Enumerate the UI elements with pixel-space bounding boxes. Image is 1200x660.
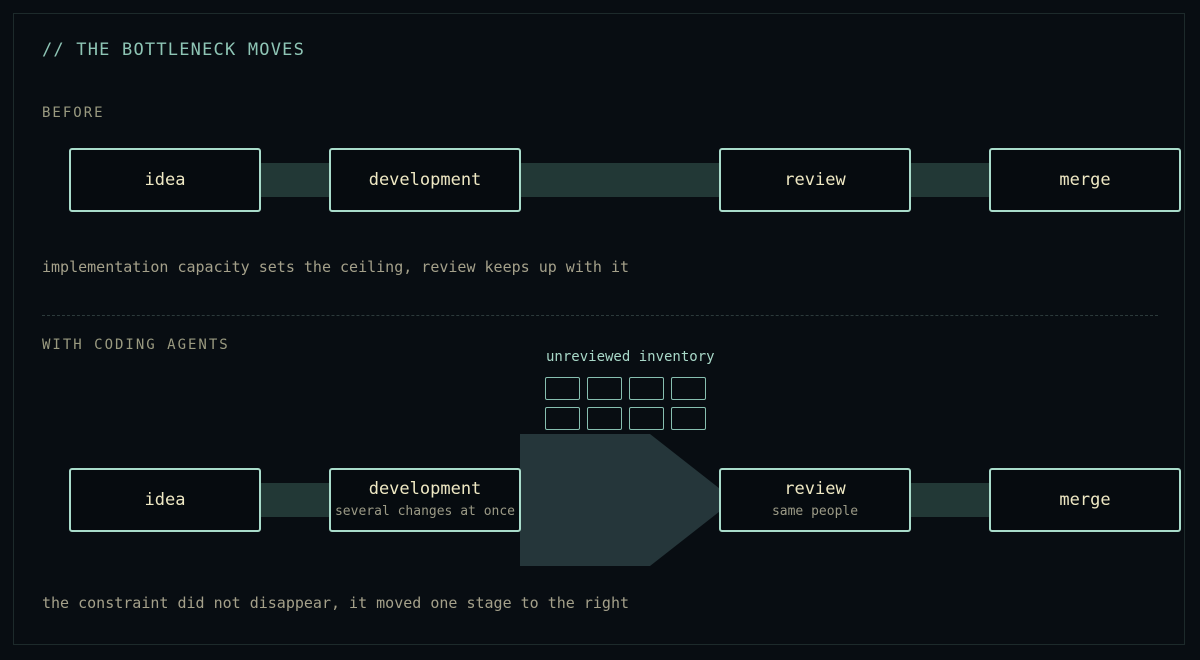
connector-development-review-before — [519, 163, 721, 197]
diagram-title: // THE BOTTLENECK MOVES — [42, 40, 306, 60]
stage-sublabel: same people — [771, 504, 859, 519]
stage-label: development — [368, 170, 482, 190]
stage-sublabel: several changes at once — [334, 504, 515, 519]
stage-label: merge — [1059, 170, 1111, 190]
inventory-item — [629, 377, 664, 400]
caption-after: the constraint did not disappear, it mov… — [42, 594, 629, 612]
connector-idea-development-after — [259, 483, 331, 517]
stage-development-before: development — [329, 148, 521, 212]
inventory-item — [671, 377, 706, 400]
connector-review-merge-before — [909, 163, 991, 197]
caption-before: implementation capacity sets the ceiling… — [42, 258, 629, 276]
inventory-item — [587, 377, 622, 400]
stage-idea-before: idea — [69, 148, 261, 212]
stage-development-after: development several changes at once — [329, 468, 521, 532]
stage-label: review — [784, 479, 846, 499]
stage-label: idea — [144, 490, 186, 510]
bottleneck-funnel — [520, 434, 724, 566]
stage-label: review — [784, 170, 846, 190]
stage-merge-after: merge — [989, 468, 1181, 532]
stage-label: idea — [144, 170, 186, 190]
inventory-item — [545, 407, 580, 430]
stage-idea-after: idea — [69, 468, 261, 532]
section-label-after: WITH CODING AGENTS — [42, 337, 230, 353]
stage-label: development — [368, 479, 482, 499]
stage-label: merge — [1059, 490, 1111, 510]
stage-merge-before: merge — [989, 148, 1181, 212]
connector-review-merge-after — [909, 483, 991, 517]
inventory-item — [671, 407, 706, 430]
inventory-item — [587, 407, 622, 430]
stage-review-before: review — [719, 148, 911, 212]
connector-idea-development-before — [259, 163, 331, 197]
section-divider — [42, 315, 1158, 316]
inventory-item — [545, 377, 580, 400]
section-label-before: BEFORE — [42, 105, 105, 121]
inventory-label: unreviewed inventory — [546, 349, 715, 365]
stage-review-after: review same people — [719, 468, 911, 532]
inventory-item — [629, 407, 664, 430]
